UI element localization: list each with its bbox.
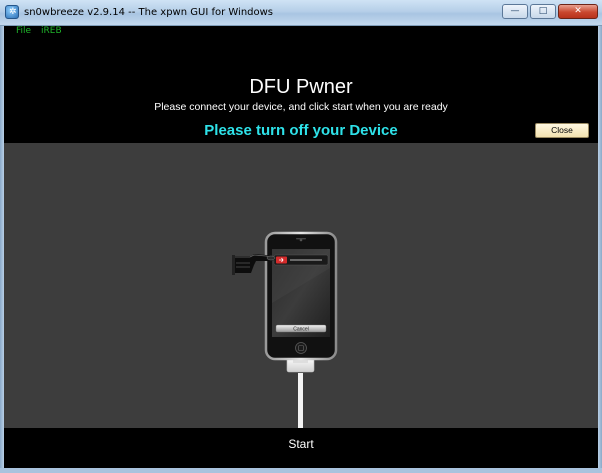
window-frame-right xyxy=(598,26,602,473)
window-title: sn0wbreeze v2.9.14 -- The xpwn GUI for W… xyxy=(24,7,274,18)
menu-item-ireb[interactable]: iREB xyxy=(41,26,62,36)
start-button[interactable]: Start xyxy=(4,437,598,451)
app-icon: ✲ xyxy=(5,5,19,19)
page-title: DFU Pwner xyxy=(249,76,353,98)
window-controls: — □ ✕ xyxy=(502,4,598,19)
phone-icon: Cancel xyxy=(264,231,338,361)
menu-item-file[interactable]: File xyxy=(16,26,31,36)
menu-bar: File iREB xyxy=(4,26,598,40)
window-frame-bottom xyxy=(0,468,602,473)
device-illustration: Cancel xyxy=(232,231,338,428)
close-window-button[interactable]: ✕ xyxy=(558,4,598,19)
instructions-text: Please connect your device, and click st… xyxy=(154,101,448,113)
maximize-button[interactable]: □ xyxy=(530,4,556,19)
header-area: DFU Pwner Please connect your device, an… xyxy=(4,40,598,143)
title-bar: ✲ sn0wbreeze v2.9.14 -- The xpwn GUI for… xyxy=(0,0,602,26)
close-button[interactable]: Close xyxy=(535,123,589,138)
device-illustration-area: Cancel xyxy=(4,143,598,428)
usb-cable xyxy=(286,356,315,428)
minimize-button[interactable]: — xyxy=(502,4,528,19)
status-message: Please turn off your Device xyxy=(204,122,398,139)
device-cancel-label: Cancel xyxy=(293,327,309,333)
bottom-bar: Start xyxy=(4,428,598,468)
